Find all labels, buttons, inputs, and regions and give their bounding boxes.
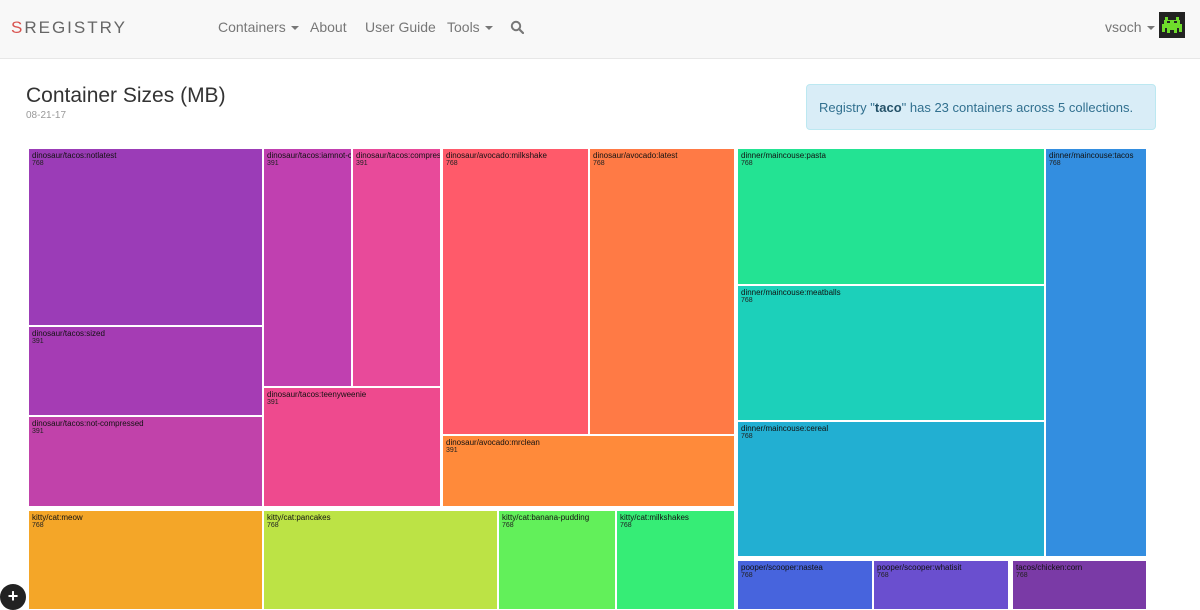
treemap-cell[interactable]: pooper/scooper:nastea 768 (737, 560, 873, 610)
treemap-cell-size: 768 (741, 433, 753, 440)
treemap-cell-size: 768 (32, 160, 44, 167)
treemap-cell[interactable]: tacos/chicken:corn 768 (1012, 560, 1147, 610)
treemap-cell-name: kitty/cat:milkshakes (620, 513, 689, 522)
treemap-cell-size: 391 (32, 428, 44, 435)
treemap-cell-size: 768 (267, 522, 279, 529)
treemap-cell-name: dinner/maincouse:meatballs (741, 288, 841, 297)
treemap-cell-name: dinosaur/tacos:notlatest (32, 151, 117, 160)
treemap-cell-size: 768 (593, 160, 605, 167)
treemap-cell[interactable]: dinner/maincouse:pasta 768 (737, 148, 1045, 285)
treemap-cell-name: dinosaur/tacos:teenyweenie (267, 390, 367, 399)
treemap-cell-size: 391 (32, 338, 44, 345)
treemap-cell-name: kitty/cat:meow (32, 513, 83, 522)
treemap-cell[interactable]: kitty/cat:pancakes 768 (263, 510, 498, 610)
treemap-cell-name: pooper/scooper:whatisit (877, 563, 962, 572)
treemap-cell-name: tacos/chicken:corn (1016, 563, 1083, 572)
treemap-cell-name: dinosaur/tacos:compressed (356, 151, 441, 160)
treemap-cell-size: 768 (1016, 572, 1028, 579)
treemap-cell-name: kitty/cat:pancakes (267, 513, 331, 522)
treemap-cell[interactable]: dinosaur/tacos:not-compressed 391 (28, 416, 263, 507)
treemap-cell-name: pooper/scooper:nastea (741, 563, 823, 572)
treemap-cell-size: 768 (1049, 160, 1061, 167)
treemap-cell-name: dinosaur/avocado:milkshake (446, 151, 547, 160)
treemap-cell[interactable]: kitty/cat:milkshakes 768 (616, 510, 735, 610)
treemap-cell-size: 391 (356, 160, 368, 167)
treemap-cell-name: dinosaur/avocado:mrclean (446, 438, 540, 447)
treemap-cell[interactable]: dinosaur/tacos:notlatest 768 (28, 148, 263, 326)
treemap-cell-name: dinner/maincouse:tacos (1049, 151, 1134, 160)
treemap-cell[interactable]: dinosaur/tacos:iamnot-compressed391 (263, 148, 352, 387)
treemap-cell-size: 768 (877, 572, 889, 579)
treemap-cell-size: 391 (267, 160, 279, 167)
treemap-cell-size: 768 (32, 522, 44, 529)
treemap-cell[interactable]: kitty/cat:meow 768 (28, 510, 263, 610)
treemap-cell-name: dinosaur/tacos:iamnot-compressed (267, 151, 352, 160)
treemap-cell-size: 768 (741, 297, 753, 304)
treemap-cell-name: dinner/maincouse:pasta (741, 151, 826, 160)
treemap-cell-name: dinosaur/tacos:sized (32, 329, 105, 338)
treemap-cell[interactable]: dinosaur/tacos:compressed391 (352, 148, 441, 387)
treemap-cell[interactable]: kitty/cat:banana-pudding 768 (498, 510, 616, 610)
treemap-cell-name: dinner/maincouse:cereal (741, 424, 829, 433)
treemap-cell[interactable]: dinner/maincouse:meatballs 768 (737, 285, 1045, 421)
treemap-cell[interactable]: dinosaur/tacos:teenyweenie 391 (263, 387, 441, 507)
treemap-cell-name: kitty/cat:banana-pudding (502, 513, 590, 522)
treemap-cell-name: dinosaur/avocado:latest (593, 151, 678, 160)
treemap-cell-size: 768 (741, 160, 753, 167)
treemap-cell[interactable]: dinner/maincouse:cereal 768 (737, 421, 1045, 557)
treemap-cell[interactable]: dinosaur/avocado:milkshake 768 (442, 148, 589, 435)
treemap-cell[interactable]: pooper/scooper:whatisit 768 (873, 560, 1009, 610)
treemap-cell-size: 768 (502, 522, 514, 529)
treemap-cell-size: 391 (267, 399, 279, 406)
treemap-cell[interactable]: dinosaur/avocado:mrclean 391 (442, 435, 735, 507)
treemap-cell-name: dinosaur/tacos:not-compressed (32, 419, 144, 428)
treemap-cell[interactable]: dinosaur/tacos:sized 391 (28, 326, 263, 416)
treemap-cell-size: 768 (620, 522, 632, 529)
treemap-cell[interactable]: dinosaur/avocado:latest 768 (589, 148, 735, 435)
treemap-cell-size: 391 (446, 447, 458, 454)
add-button[interactable]: + (0, 584, 26, 610)
treemap-cell[interactable]: dinner/maincouse:tacos 768 (1045, 148, 1147, 557)
container-size-treemap: dinosaur/tacos:notlatest 768 dinosaur/taco… (0, 0, 1200, 610)
treemap-cell-size: 768 (446, 160, 458, 167)
treemap-cell-size: 768 (741, 572, 753, 579)
